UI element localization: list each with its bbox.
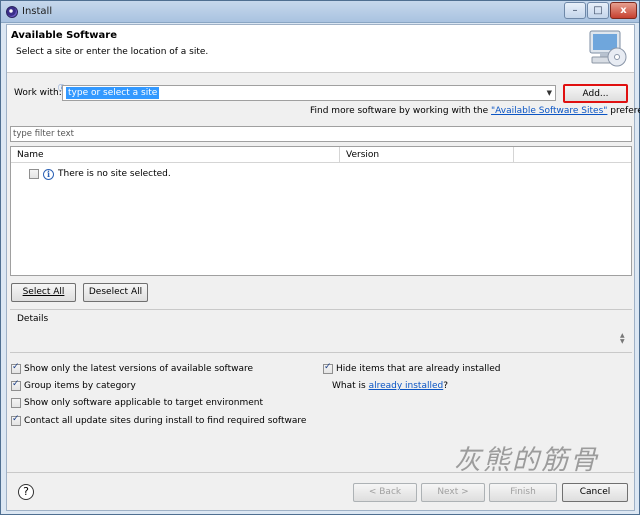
hide-installed-label: Hide items that are already installed: [336, 364, 501, 374]
option-target-environment[interactable]: Show only software applicable to target …: [11, 398, 263, 408]
contact-update-sites-checkbox[interactable]: [11, 414, 21, 426]
finish-button[interactable]: Finish: [489, 483, 557, 502]
find-more-text: Find more software by working with the "…: [310, 106, 640, 116]
window-title: Install: [22, 6, 53, 17]
tree-row[interactable]: i There is no site selected.: [29, 168, 171, 180]
next-button[interactable]: Next >: [421, 483, 485, 502]
dropdown-arrow-icon[interactable]: ▼: [547, 89, 552, 97]
group-by-category-checkbox[interactable]: [11, 379, 21, 391]
watermark-logo: 灰熊的筋骨: [454, 445, 599, 476]
details-scroll-icon[interactable]: ▲ ▼: [620, 333, 625, 345]
install-window: Install – □ x Available Software Select …: [0, 0, 640, 515]
filter-input[interactable]: [11, 127, 631, 141]
group-by-category-label: Group items by category: [24, 381, 136, 391]
hide-installed-checkbox[interactable]: [323, 362, 333, 374]
details-label: Details: [17, 314, 49, 324]
maximize-button[interactable]: □: [587, 2, 609, 19]
filter-field[interactable]: [10, 126, 632, 142]
page-title: Available Software: [11, 30, 118, 41]
work-with-combo[interactable]: type or select a site ▼: [62, 85, 556, 101]
info-icon: i: [43, 168, 54, 180]
already-installed-link[interactable]: already installed: [369, 381, 444, 391]
contact-update-sites-label: Contact all update sites during install …: [24, 416, 307, 426]
row-text: There is no site selected.: [58, 169, 171, 179]
latest-versions-label: Show only the latest versions of availab…: [24, 364, 254, 374]
separator: [7, 472, 634, 473]
separator: [10, 352, 632, 353]
option-group-by-category[interactable]: Group items by category: [11, 379, 136, 391]
option-hide-installed[interactable]: Hide items that are already installed: [323, 362, 501, 374]
column-header-name[interactable]: Name: [11, 147, 340, 163]
minimize-button[interactable]: –: [564, 2, 586, 19]
target-environment-label: Show only software applicable to target …: [24, 398, 264, 408]
eclipse-icon: [6, 6, 18, 18]
tree-header: Name Version: [11, 147, 631, 163]
title-bar[interactable]: Install – □ x: [1, 1, 639, 23]
work-with-value[interactable]: type or select a site: [66, 87, 160, 99]
deselect-all-button[interactable]: Deselect All: [83, 283, 148, 302]
row-checkbox[interactable]: [29, 169, 39, 179]
add-button[interactable]: Add...: [563, 84, 628, 103]
close-button[interactable]: x: [610, 2, 637, 19]
column-header-version[interactable]: Version: [340, 147, 514, 163]
option-latest-versions[interactable]: Show only the latest versions of availab…: [11, 362, 254, 374]
what-is-installed-text: What is already installed?: [332, 381, 449, 391]
target-environment-checkbox[interactable]: [11, 398, 21, 408]
separator: [10, 309, 632, 310]
help-icon[interactable]: ?: [18, 484, 34, 500]
page-description: Select a site or enter the location of a…: [16, 47, 209, 57]
latest-versions-checkbox[interactable]: [11, 362, 21, 374]
software-tree[interactable]: Name Version i There is no site selected…: [10, 146, 632, 276]
computer-cd-icon: [589, 30, 627, 67]
cancel-button[interactable]: Cancel: [562, 483, 628, 502]
dialog-header: Available Software Select a site or ente…: [7, 25, 634, 73]
dialog-body: Available Software Select a site or ente…: [6, 24, 640, 511]
select-all-button[interactable]: Select All: [11, 283, 76, 302]
work-with-label: Work with:: [14, 88, 62, 98]
option-contact-update-sites[interactable]: Contact all update sites during install …: [11, 414, 307, 426]
available-software-sites-link[interactable]: "Available Software Sites": [491, 106, 607, 116]
back-button[interactable]: < Back: [353, 483, 417, 502]
